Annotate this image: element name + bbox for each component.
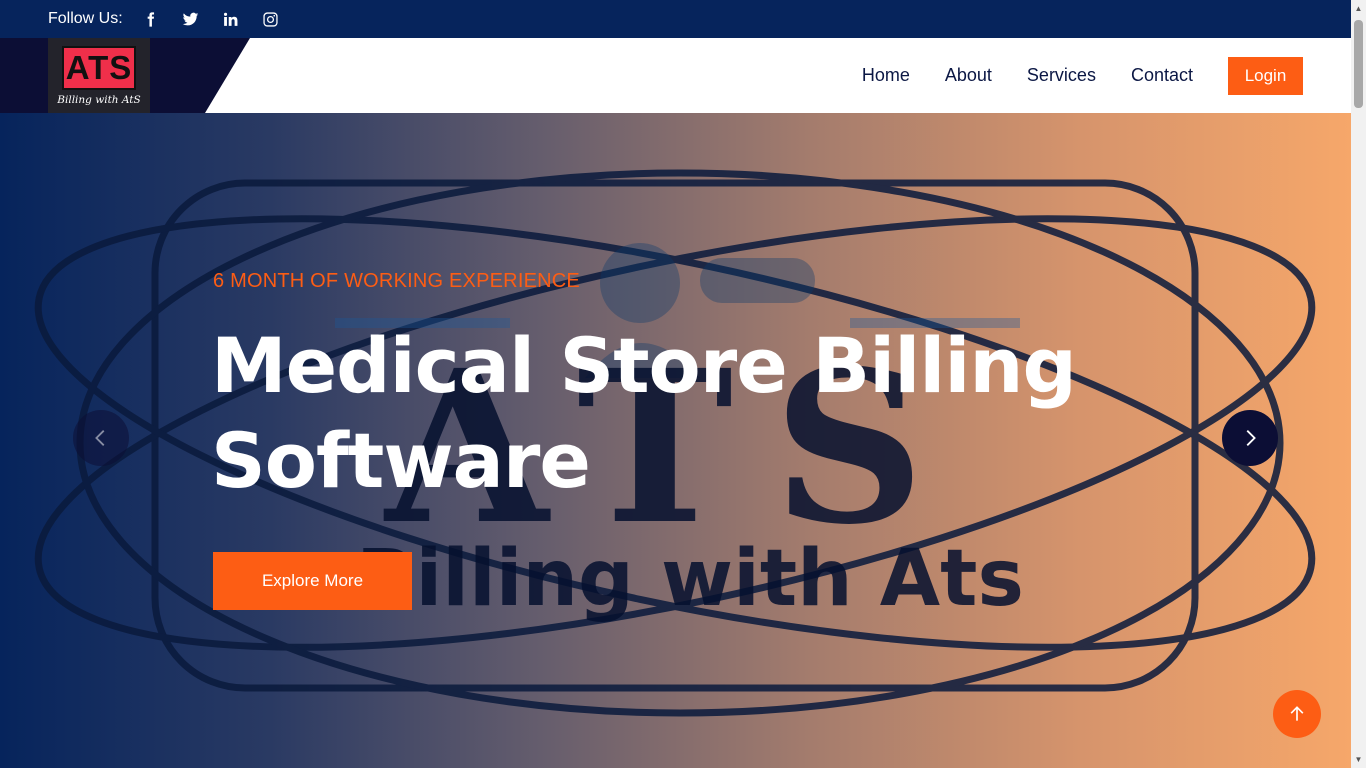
facebook-icon <box>147 11 155 27</box>
chevron-left-icon <box>95 430 105 446</box>
login-button[interactable]: Login <box>1228 56 1303 95</box>
scroll-up-icon[interactable]: ▲ <box>1351 0 1366 17</box>
explore-more-button[interactable]: Explore More <box>213 552 412 610</box>
facebook-link[interactable] <box>131 0 171 38</box>
nav-menu: Home About Services Contact Login <box>827 38 1303 113</box>
chevron-right-icon <box>1246 430 1256 446</box>
nav-item-contact[interactable]: Contact <box>1131 65 1193 86</box>
twitter-link[interactable] <box>171 0 211 38</box>
scroll-thumb[interactable] <box>1354 20 1363 108</box>
linkedin-icon <box>224 12 238 26</box>
twitter-icon <box>182 12 199 25</box>
nav-item-about[interactable]: About <box>945 65 992 86</box>
follow-us-label: Follow Us: <box>48 10 123 27</box>
back-to-top-button[interactable] <box>1273 690 1321 738</box>
carousel-next-button[interactable] <box>1222 410 1278 466</box>
scroll-down-icon[interactable]: ▼ <box>1351 751 1366 768</box>
top-bar: Follow Us: <box>0 0 1351 38</box>
instagram-link[interactable] <box>251 0 291 38</box>
carousel-prev-button[interactable] <box>73 410 129 466</box>
brand-logo[interactable]: ATS Billing with AtS <box>48 38 150 113</box>
hero-title: Medical Store Billing Software <box>211 321 1077 505</box>
nav-item-home[interactable]: Home <box>862 65 910 86</box>
logo-tagline: Billing with AtS <box>57 93 141 106</box>
navbar: ATS Billing with AtS Home About Services… <box>0 38 1351 113</box>
logo-mark: ATS <box>62 45 136 90</box>
nav-item-services[interactable]: Services <box>1027 65 1096 86</box>
hero-carousel: ATS Billing with Ats 6 MONTH OF WORKING … <box>0 113 1351 768</box>
instagram-icon <box>263 11 278 27</box>
hero-eyebrow: 6 MONTH OF WORKING EXPERIENCE <box>213 270 580 292</box>
page-scrollbar[interactable]: ▲ ▼ <box>1351 0 1366 768</box>
linkedin-link[interactable] <box>211 0 251 38</box>
arrow-up-icon <box>1290 706 1304 721</box>
watermark-tagline: Billing with Ats <box>356 534 1024 624</box>
